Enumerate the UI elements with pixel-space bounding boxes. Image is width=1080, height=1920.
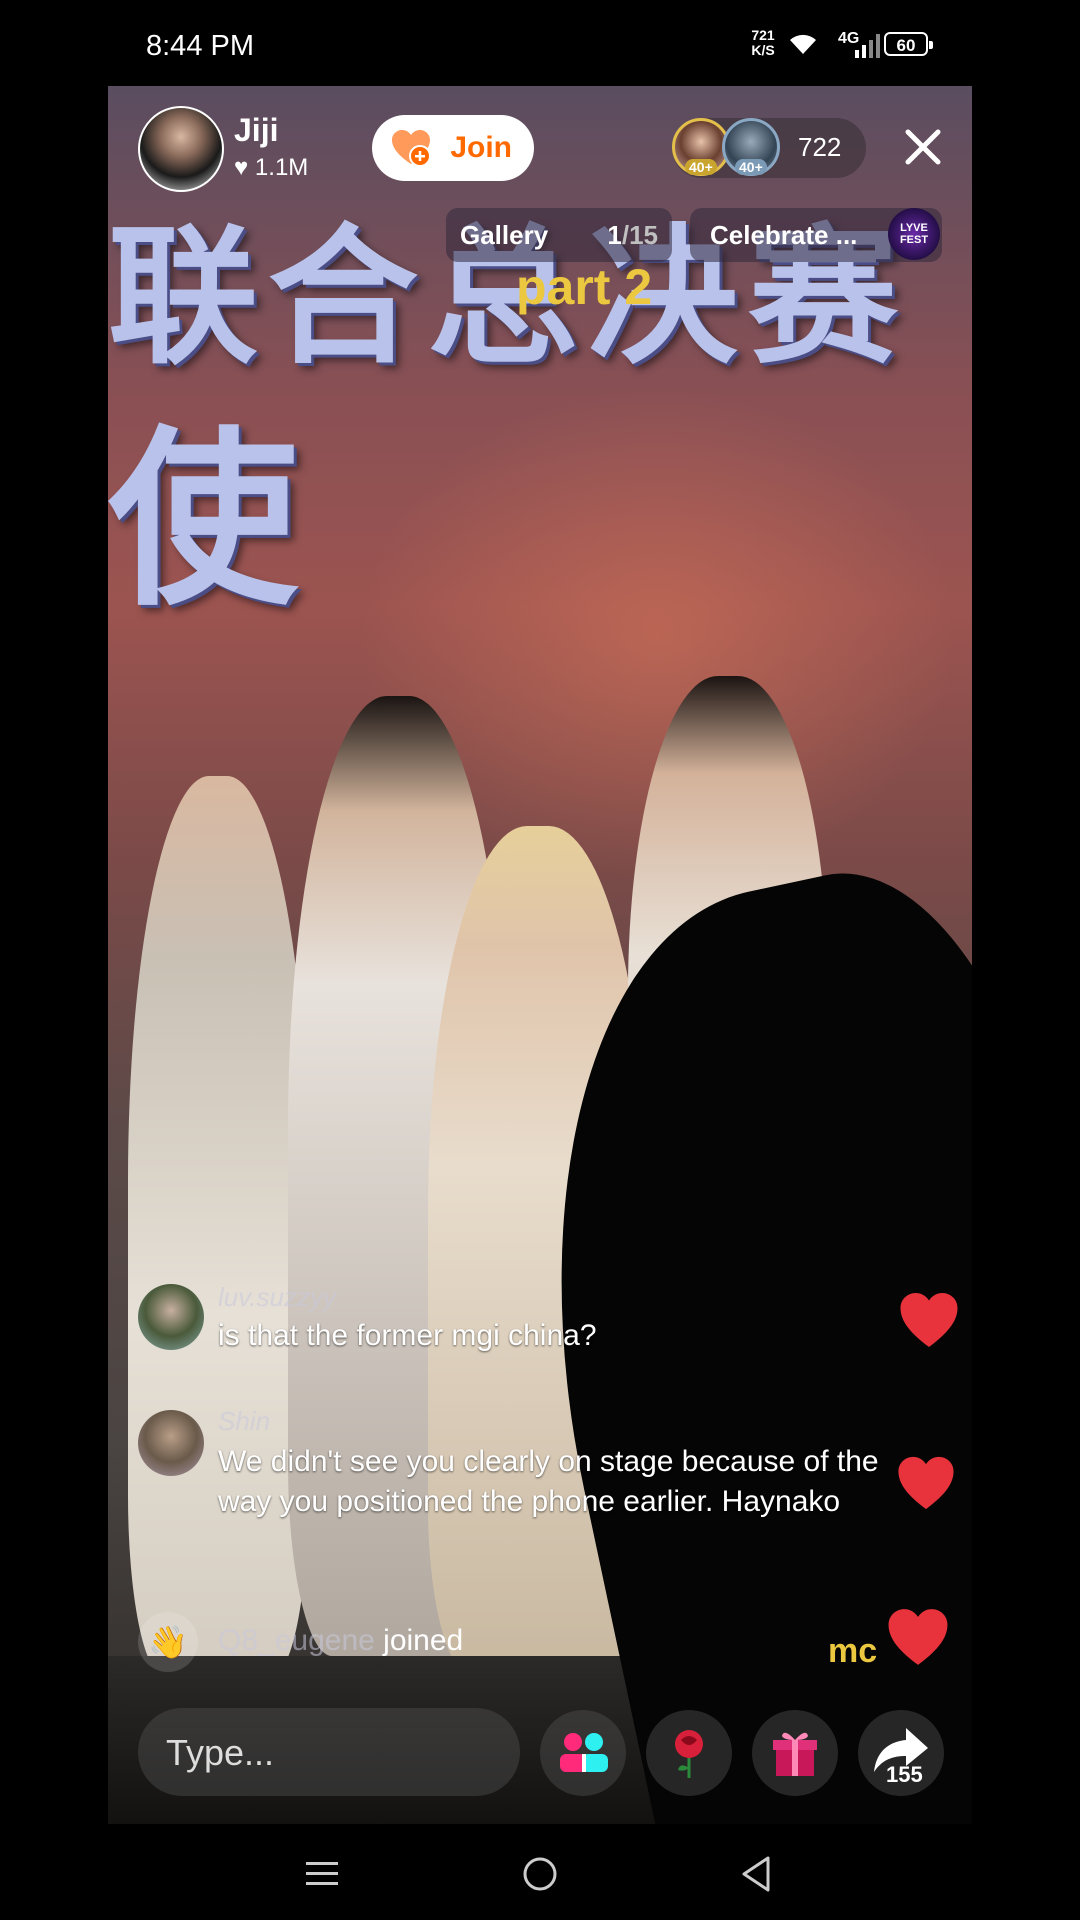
celebrate-label: Celebrate ...: [710, 220, 858, 250]
host-likes: ♥ 1.1M: [234, 154, 308, 182]
joined-user[interactable]: Q8_eugene: [218, 1624, 375, 1657]
home-icon[interactable]: [520, 1854, 560, 1894]
comment-placeholder: Type...: [166, 1732, 275, 1773]
network-speed: 721 K/S: [751, 27, 775, 58]
heart-icon: ♥: [234, 154, 249, 181]
commenter-avatar[interactable]: [138, 1410, 204, 1476]
floating-label: mc: [828, 1632, 878, 1670]
commenter-avatar[interactable]: [138, 1284, 204, 1350]
menu-icon[interactable]: [304, 1856, 340, 1892]
host-avatar[interactable]: [138, 106, 224, 192]
comment-item[interactable]: Shin We didn't see you clearly on stage …: [138, 1406, 918, 1566]
system-nav-bar: [0, 1826, 1080, 1920]
clock: 8:44 PM: [146, 30, 254, 62]
people-icon: [560, 1733, 608, 1772]
joined-text: Q8_eugene joined: [218, 1624, 464, 1657]
comment-item[interactable]: luv.suzzyy is that the former mgi china?: [138, 1282, 858, 1362]
battery-icon: 60: [884, 32, 933, 56]
floating-heart-icon: [898, 1456, 954, 1510]
wifi-icon: [790, 34, 816, 54]
floating-heart-icon: [888, 1609, 948, 1665]
share-count: 155: [886, 1762, 923, 1787]
comment-text: is that the former mgi china?: [218, 1319, 597, 1352]
viewer-level-badge: 40+: [735, 159, 767, 175]
heart-plus-icon: [392, 130, 431, 167]
viewer-list[interactable]: 40+ 40+ 722: [672, 118, 866, 178]
back-icon[interactable]: [738, 1854, 774, 1894]
backdrop-banner-text: 使: [108, 408, 299, 631]
rose-gift-button[interactable]: [646, 1710, 732, 1796]
host-profile[interactable]: Jiji ♥ 1.1M: [138, 106, 398, 192]
commenter-name[interactable]: Shin: [218, 1406, 270, 1437]
commenter-name[interactable]: luv.suzzyy: [218, 1282, 336, 1313]
stream-title-overlay: part 2: [516, 259, 653, 315]
status-bar: 8:44 PM 721 K/S 4G 60: [0, 0, 1080, 86]
lyve-fest-badge[interactable]: LYVE FEST: [888, 208, 940, 260]
comment-text: We didn't see you clearly on stage becau…: [218, 1445, 879, 1518]
gift-button[interactable]: [752, 1710, 838, 1796]
host-likes-count: 1.1M: [254, 154, 309, 181]
rose-icon: [675, 1730, 703, 1778]
host-name[interactable]: Jiji: [234, 112, 278, 149]
share-button[interactable]: 155: [858, 1710, 944, 1796]
gift-icon: [773, 1732, 817, 1776]
multi-guest-button[interactable]: [540, 1710, 626, 1796]
comment-input[interactable]: Type...: [138, 1708, 520, 1796]
gallery-label: Gallery: [460, 220, 549, 250]
floating-heart-icon: [900, 1293, 958, 1347]
gallery-chip[interactable]: Gallery 1/15: [446, 208, 672, 262]
bottom-action-bar: Type... 155: [0, 1708, 1080, 1802]
join-button[interactable]: Join: [372, 115, 534, 181]
viewer-count[interactable]: 722: [798, 132, 841, 163]
wave-icon[interactable]: 👋: [138, 1612, 198, 1672]
viewer-level-badge: 40+: [685, 159, 717, 175]
gallery-counter: 1/15: [607, 220, 658, 250]
top-viewer-avatar[interactable]: 40+: [722, 118, 780, 176]
signal-icon: [855, 34, 880, 58]
close-icon[interactable]: [898, 122, 948, 172]
join-label: Join: [450, 131, 512, 164]
